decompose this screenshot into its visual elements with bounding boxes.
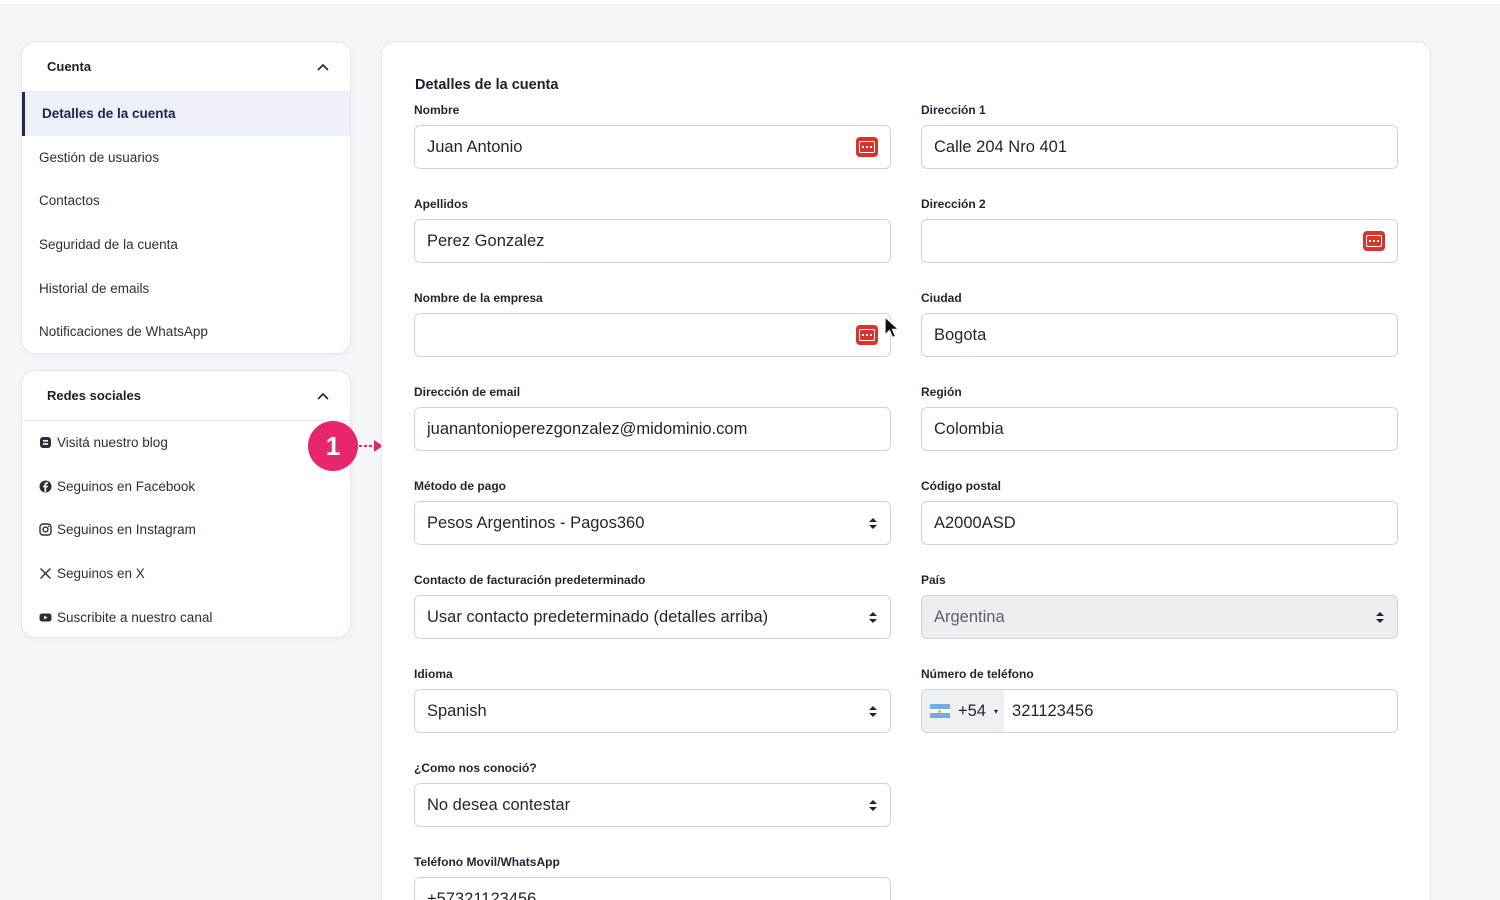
apellidos-label: Apellidos [414,197,469,211]
account-details-panel: Detalles de la cuenta Nombre Juan Antoni… [381,41,1431,900]
select-arrows-icon [868,705,878,717]
ciudad-label: Ciudad [921,291,962,305]
como-conocio-label: ¿Como nos conoció? [414,761,537,775]
como-conocio-select[interactable]: No desea contestar [414,783,891,827]
social-menu-title: Redes sociales [47,388,141,403]
sidebar-item-email-history[interactable]: Historial de emails [22,266,350,310]
mouse-cursor-icon [884,316,901,339]
empresa-label: Nombre de la empresa [414,291,543,305]
sidebar-item-account-security[interactable]: Seguridad de la cuenta [22,223,350,267]
page-title: Detalles de la cuenta [415,77,559,93]
email-label: Dirección de email [414,385,521,399]
direccion1-field[interactable]: Calle 204 Nro 401 [921,125,1398,169]
sidebar-item-instagram[interactable]: Seguinos en Instagram [22,508,350,552]
nombre-field[interactable]: Juan Antonio [414,125,891,169]
chevron-up-icon[interactable] [316,60,330,74]
password-manager-icon[interactable] [1363,231,1385,251]
country-code-dropdown[interactable]: +54 ▾ [922,690,1005,732]
pais-label: País [921,573,946,587]
direccion2-label: Dirección 2 [921,197,986,211]
account-menu-card: Cuenta Detalles de la cuenta Gestión de … [21,41,351,354]
sidebar-item-x[interactable]: Seguinos en X [22,552,350,596]
select-arrows-icon [868,611,878,623]
direccion2-field[interactable] [921,219,1398,263]
idioma-label: Idioma [414,667,453,681]
account-menu-title: Cuenta [47,59,92,74]
select-arrows-icon [1375,611,1385,623]
blog-icon [39,436,52,449]
account-menu-header[interactable]: Cuenta [22,42,350,92]
facebook-icon [39,480,52,493]
select-arrows-icon [868,799,878,811]
codigo-postal-field[interactable]: A2000ASD [921,501,1398,545]
apellidos-field[interactable]: Perez Gonzalez [414,219,891,263]
sidebar-item-blog[interactable]: Visitá nuestro blog [22,421,350,465]
sidebar-item-facebook[interactable]: Seguinos en Facebook [22,465,350,509]
email-field[interactable]: juanantonioperezgonzalez@midominio.com [414,407,891,451]
select-arrows-icon [868,517,878,529]
sidebar-item-whatsapp-notifications[interactable]: Notificaciones de WhatsApp [22,310,350,353]
region-label: Región [921,385,962,399]
youtube-icon [39,611,52,624]
contacto-facturacion-select[interactable]: Usar contacto predeterminado (detalles a… [414,595,891,639]
caret-down-icon: ▾ [994,706,999,716]
social-menu-card: Redes sociales Visitá nuestro blog Segui… [21,370,351,638]
nombre-label: Nombre [414,103,460,117]
region-field[interactable]: Colombia [921,407,1398,451]
telefono-movil-field[interactable]: +57321123456 [414,877,891,900]
metodo-pago-select[interactable]: Pesos Argentinos - Pagos360 [414,501,891,545]
telefono-movil-label: Teléfono Movil/WhatsApp [414,855,560,869]
argentina-flag-icon [930,704,950,719]
pais-select: Argentina [921,595,1398,639]
ciudad-field[interactable]: Bogota [921,313,1398,357]
sidebar-item-user-management[interactable]: Gestión de usuarios [22,136,350,180]
top-strip [0,0,1500,4]
social-menu-header[interactable]: Redes sociales [22,371,350,421]
codigo-postal-label: Código postal [921,479,1001,493]
metodo-pago-label: Método de pago [414,479,506,493]
sidebar-item-contacts[interactable]: Contactos [22,179,350,223]
sidebar-item-account-details[interactable]: Detalles de la cuenta [22,92,350,136]
step-callout-badge: 1 [308,421,358,471]
sidebar-item-youtube[interactable]: Suscribite a nuestro canal [22,595,350,637]
idioma-select[interactable]: Spanish [414,689,891,733]
instagram-icon [39,523,52,537]
contacto-facturacion-label: Contacto de facturación predeterminado [414,573,646,587]
callout-arrow-icon [354,440,383,452]
x-icon [39,567,52,580]
chevron-up-icon[interactable] [316,389,330,403]
telefono-label: Número de teléfono [921,667,1034,681]
password-manager-icon[interactable] [856,325,878,345]
country-code: +54 [958,701,986,720]
password-manager-icon[interactable] [856,137,878,157]
telefono-field[interactable]: +54 ▾ 321123456 [921,689,1398,733]
empresa-field[interactable] [414,313,891,357]
direccion1-label: Dirección 1 [921,103,986,117]
